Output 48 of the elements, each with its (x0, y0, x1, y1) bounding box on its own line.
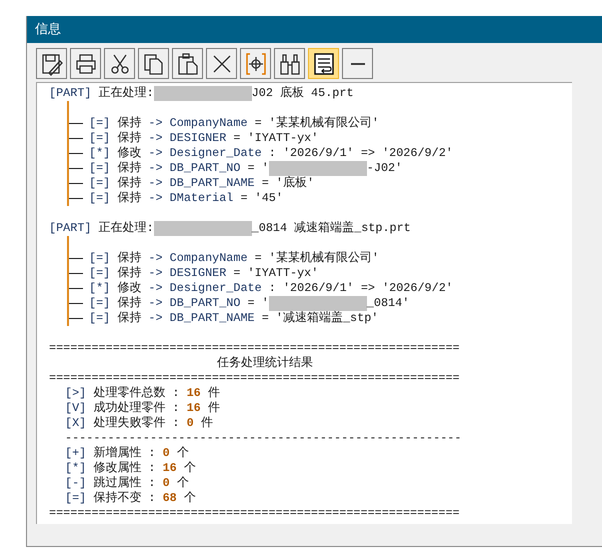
log-line: [PART] 正在处理: (49, 86, 154, 101)
separator-text: -------------------------------------------------------- (65, 431, 462, 446)
toolbar-button[interactable] (36, 48, 67, 79)
summary-title: 任务处理统计结果 (217, 356, 313, 371)
save-pencil-icon (40, 52, 64, 76)
toolbar-button[interactable] (274, 48, 305, 79)
separator-text: ========================================================== (49, 371, 460, 386)
log-line: [=] 保持 -> DB_PART_NO = ' (89, 161, 269, 176)
log-text: _0814' (366, 296, 410, 311)
log-line: [=] 保持 -> DB_PART_NO = ' (89, 296, 269, 311)
toolbar-button[interactable] (206, 48, 237, 79)
log-line: [=] 保持 -> DESIGNER = 'IYATT-yx' (89, 131, 318, 146)
clipboard-icon (176, 52, 200, 76)
stat-line: [V] 成功处理零件 : 16 件 (65, 401, 220, 416)
toolbar-button[interactable] (308, 48, 339, 79)
log-line: [=] 保持 -> DB_PART_NAME = '底板' (89, 176, 314, 191)
word-wrap-icon (312, 52, 336, 76)
stat-line: [>] 处理零件总数 : 16 件 (65, 386, 220, 401)
log-text: _0814 减速箱端盖_stp.prt (252, 221, 411, 236)
stat-line: [+] 新增属性 : 0 个 (65, 446, 189, 461)
toolbar-button[interactable] (342, 48, 373, 79)
log-line: [*] 修改 -> Designer_Date : '2026/9/1' => '2026/9/2' (89, 146, 453, 161)
stat-line: [*] 修改属性 : 16 个 (65, 461, 196, 476)
log-line: [=] 保持 -> DMaterial = '45' (89, 191, 283, 206)
stat-line: [-] 跳过属性 : 0 个 (65, 476, 189, 491)
minus-icon (350, 62, 364, 64)
window-title: 信息 (35, 20, 61, 39)
log-line: [=] 保持 -> DB_PART_NAME = '减速箱端盖_stp' (89, 311, 378, 326)
copy-icon (142, 52, 166, 76)
toolbar-button[interactable] (104, 48, 135, 79)
toolbar-button[interactable] (172, 48, 203, 79)
log-text: J02 底板 45.prt (252, 86, 354, 101)
log-line: [=] 保持 -> DESIGNER = 'IYATT-yx' (89, 266, 318, 281)
log-text: -J02' (366, 161, 402, 176)
separator-text: ========================================================== (49, 506, 460, 521)
toolbar-button[interactable] (240, 48, 271, 79)
stat-line: [X] 处理失败零件 : 0 件 (65, 416, 213, 431)
printer-icon (74, 52, 98, 76)
stat-line: [=] 保持不变 : 68 个 (65, 491, 196, 506)
toolbar-button[interactable] (138, 48, 169, 79)
log-line: [PART] 正在处理: (49, 221, 154, 236)
log-line: [=] 保持 -> CompanyName = '某某机械有限公司' (89, 116, 379, 131)
log-line: [*] 修改 -> Designer_Date : '2026/9/1' => '2026/9/2' (89, 281, 453, 296)
toolbar-button[interactable] (70, 48, 101, 79)
log-line: [=] 保持 -> CompanyName = '某某机械有限公司' (89, 251, 379, 266)
binoculars-icon (278, 52, 302, 76)
crosshair-icon (244, 52, 268, 76)
separator-text: ========================================================== (49, 341, 460, 356)
